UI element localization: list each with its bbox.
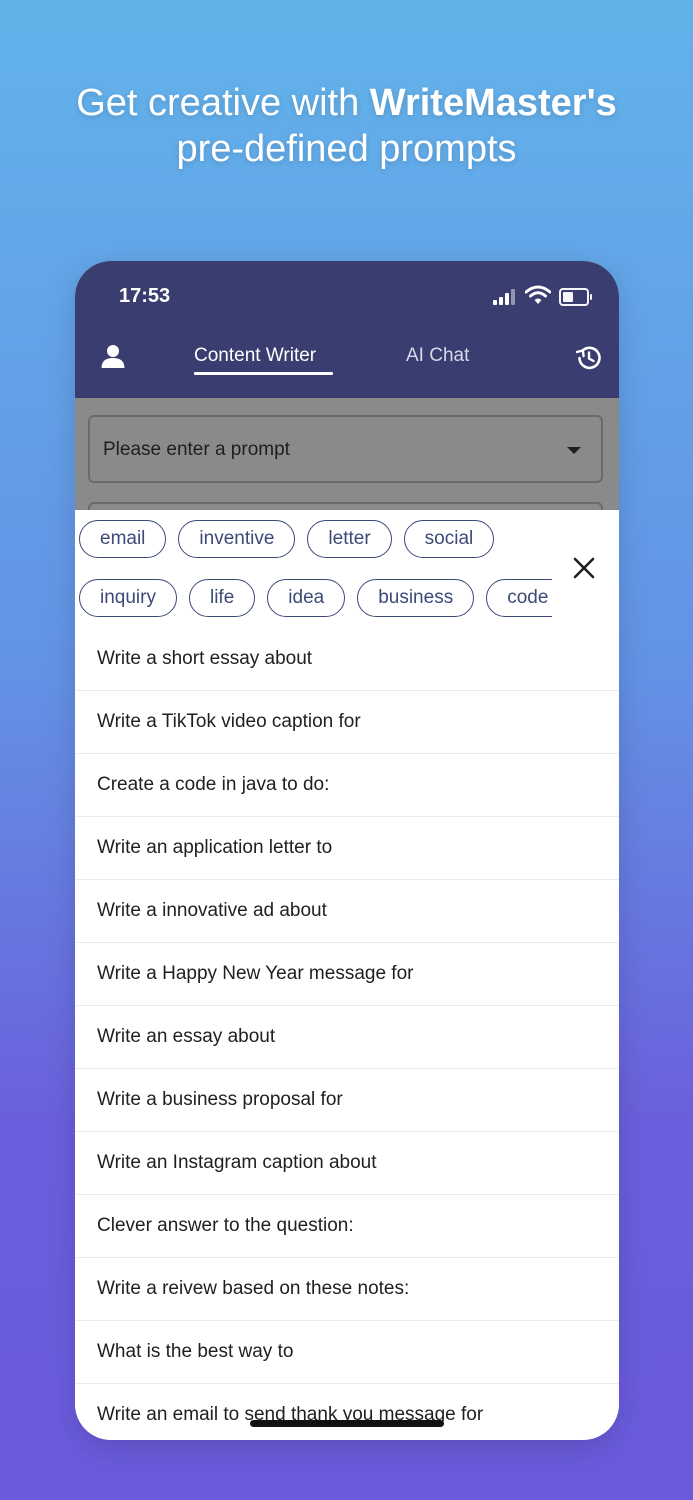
prompt-item[interactable]: Write a TikTok video caption for bbox=[75, 691, 619, 754]
prompt-select-placeholder: Please enter a prompt bbox=[103, 439, 290, 460]
tag-chip-email[interactable]: email bbox=[79, 520, 167, 558]
prompt-select[interactable]: Please enter a prompt bbox=[88, 415, 603, 483]
close-icon[interactable] bbox=[572, 556, 596, 580]
prompt-item[interactable]: Write an email to send thank you message… bbox=[75, 1384, 619, 1440]
prompt-item[interactable]: Clever answer to the question: bbox=[75, 1195, 619, 1258]
prompt-item[interactable]: Write a short essay about bbox=[75, 628, 619, 691]
active-tab-indicator bbox=[194, 372, 333, 375]
tag-row-2: inquiry life idea business code bbox=[79, 579, 552, 617]
prompt-item[interactable]: Write an Instagram caption about bbox=[75, 1132, 619, 1195]
tag-chips: email inventive letter social inquiry life id… bbox=[75, 510, 552, 630]
prompt-item[interactable]: Write a reivew based on these notes: bbox=[75, 1258, 619, 1321]
tag-chip-social[interactable]: social bbox=[403, 520, 495, 558]
tag-chip-letter[interactable]: letter bbox=[307, 520, 392, 558]
caret-down-icon bbox=[567, 447, 581, 454]
app-bar: 17:53 Content Writer AI Chat bbox=[75, 261, 619, 398]
headline-line2: pre-defined prompts bbox=[176, 128, 517, 170]
headline-prefix: Get creative with bbox=[76, 82, 370, 124]
prompt-list: Write a short essay about Write a TikTok… bbox=[75, 628, 619, 1440]
tag-chip-business[interactable]: business bbox=[357, 579, 475, 617]
prompt-item[interactable]: Create a code in java to do: bbox=[75, 754, 619, 817]
battery-icon bbox=[559, 288, 592, 306]
headline-line1: Get creative with WriteMaster's bbox=[0, 80, 693, 126]
profile-icon[interactable] bbox=[100, 343, 126, 369]
prompt-item[interactable]: Write a business proposal for bbox=[75, 1069, 619, 1132]
signal-icon bbox=[493, 289, 517, 305]
prompt-item[interactable]: Write a innovative ad about bbox=[75, 880, 619, 943]
status-time: 17:53 bbox=[119, 285, 171, 307]
prompt-item[interactable]: Write an essay about bbox=[75, 1006, 619, 1069]
tab-content-writer[interactable]: Content Writer bbox=[194, 345, 316, 367]
headline-brand: WriteMaster's bbox=[369, 82, 617, 124]
tag-chip-inventive[interactable]: inventive bbox=[178, 520, 296, 558]
prompt-item[interactable]: Write an application letter to bbox=[75, 817, 619, 880]
prompt-item[interactable]: Write a Happy New Year message for bbox=[75, 943, 619, 1006]
prompt-sheet: email inventive letter social inquiry life id… bbox=[75, 510, 619, 1440]
prompt-item[interactable]: What is the best way to bbox=[75, 1321, 619, 1384]
tag-chip-inquiry[interactable]: inquiry bbox=[79, 579, 177, 617]
tag-row-1: email inventive letter social bbox=[79, 520, 506, 558]
tag-chip-code[interactable]: code bbox=[486, 579, 552, 617]
dimmed-background: Please enter a prompt bbox=[75, 398, 619, 522]
tag-chip-idea[interactable]: idea bbox=[267, 579, 346, 617]
wifi-icon bbox=[525, 285, 551, 304]
home-indicator[interactable] bbox=[250, 1420, 444, 1427]
phone-frame: 17:53 Content Writer AI Chat Please ente… bbox=[75, 261, 619, 1440]
status-icons bbox=[493, 285, 593, 307]
tag-chip-life[interactable]: life bbox=[188, 579, 256, 617]
tab-ai-chat[interactable]: AI Chat bbox=[406, 345, 469, 367]
headline: Get creative with WriteMaster's pre-defi… bbox=[0, 80, 693, 172]
history-icon[interactable] bbox=[574, 343, 604, 373]
